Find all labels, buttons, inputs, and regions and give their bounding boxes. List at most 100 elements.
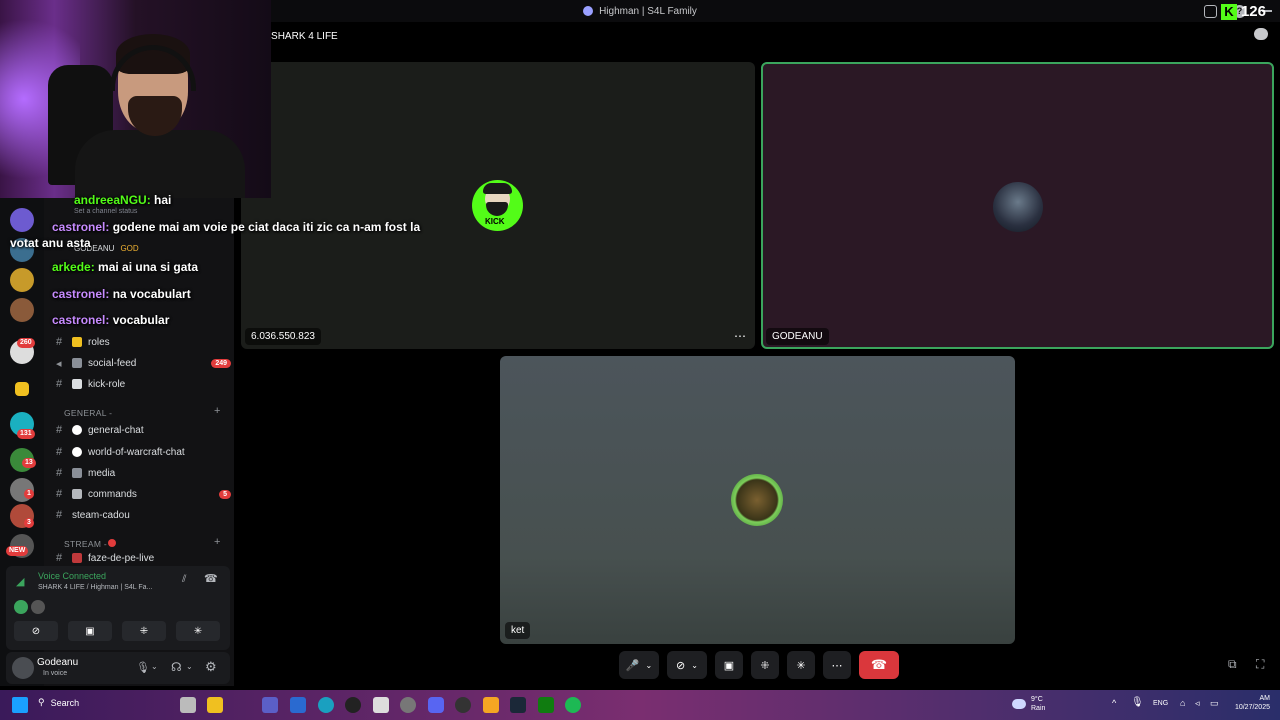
app-icon[interactable] — [455, 697, 471, 713]
weather-desc: Rain — [1031, 705, 1046, 712]
user-panel: Godeanu In voice 🎙 ⌄ ☊ ⌄ ⚙ — [6, 652, 230, 684]
channel-status-hint[interactable]: Set a channel status — [74, 208, 137, 215]
participant-tile-3[interactable]: ket — [500, 356, 1015, 644]
clock-time: AM — [1259, 695, 1271, 702]
activities-icon: ⁜ — [760, 659, 770, 672]
xbox-icon[interactable] — [538, 697, 554, 713]
mention-badge: 260 — [17, 338, 35, 348]
add-channel-icon[interactable]: + — [214, 536, 220, 548]
server-icon[interactable] — [10, 298, 34, 322]
outlook-icon[interactable] — [290, 697, 306, 713]
clock[interactable]: AM 10/27/2025 — [1228, 694, 1270, 712]
channel-faze-de-pe-live[interactable]: # faze-de-pe-live — [56, 552, 231, 564]
phone-hangup-icon: ☎ — [870, 657, 888, 672]
camera-toggle-button[interactable]: ⊘ — [14, 621, 58, 641]
megaphone-icon: ◂ — [56, 357, 62, 370]
screen-share-button[interactable]: ▣ — [715, 651, 743, 679]
voice-member-avatar[interactable] — [14, 600, 28, 614]
noise-suppression-icon[interactable]: ⫽ — [182, 574, 186, 585]
mention-badge: 13 — [22, 458, 36, 468]
tray-chevron-icon[interactable]: ^ — [1112, 698, 1116, 708]
teams-icon[interactable] — [262, 697, 278, 713]
server-icon[interactable] — [10, 208, 34, 232]
search-icon: ⚲ — [38, 697, 45, 707]
settings-app-icon[interactable] — [400, 697, 416, 713]
add-channel-icon[interactable]: + — [214, 405, 220, 417]
call-controls: 🎤 ⌄ ⊘ ⌄ ▣ ⁜ ✳ ⋯ ☎ — [619, 651, 899, 679]
participant-tile-2[interactable]: GODEANU — [761, 62, 1274, 349]
camera-button[interactable]: ⊘ ⌄ — [667, 651, 707, 679]
channel-world-of-warcraft-chat[interactable]: # world-of-warcraft-chat — [56, 443, 231, 461]
channel-kick-role[interactable]: # kick-role — [56, 375, 231, 393]
leave-call-button[interactable]: ☎ — [859, 651, 899, 679]
microphone-icon[interactable]: 🎙 — [136, 661, 150, 674]
fullscreen-icon[interactable]: ⛶ — [1256, 657, 1264, 672]
chat-message: castronel: godene mai am voie pe ciat da… — [52, 220, 421, 234]
voice-status[interactable]: Voice Connected — [38, 571, 106, 581]
obs-icon[interactable] — [345, 697, 361, 713]
inbox-icon[interactable] — [1204, 4, 1217, 18]
avatar[interactable] — [12, 657, 34, 679]
file-explorer-icon[interactable] — [207, 697, 223, 713]
open-chat-icon[interactable] — [1254, 28, 1268, 40]
mention-badge: 131 — [17, 429, 35, 439]
pop-out-icon[interactable]: ⧉ — [1228, 657, 1237, 672]
soundboard-button[interactable]: ✳ — [176, 621, 220, 641]
app-icon[interactable] — [373, 697, 389, 713]
battery-icon[interactable]: ▭ — [1210, 698, 1219, 709]
gear-icon[interactable]: ⚙ — [205, 659, 217, 675]
participant-tile-1[interactable]: KICK 6.036.550.823 ⋯ — [241, 62, 755, 349]
network-icon[interactable]: ⌂ — [1180, 698, 1185, 708]
channel-label: commands — [88, 488, 137, 500]
language-indicator[interactable]: ENG — [1153, 700, 1168, 707]
activities-button[interactable]: ⁜ — [122, 621, 166, 641]
list-icon — [72, 379, 82, 389]
soundboard-button[interactable]: ✳ — [787, 651, 815, 679]
streamer-body — [75, 130, 245, 198]
voice-member-avatar[interactable] — [31, 600, 45, 614]
task-view-icon[interactable] — [180, 697, 196, 713]
feed-icon — [72, 358, 82, 368]
edge-icon[interactable] — [318, 697, 334, 713]
category-stream[interactable]: STREAM - — [64, 539, 107, 549]
headphones-icon[interactable]: ☊ — [171, 660, 182, 674]
channel-steam-cadou[interactable]: # steam-cadou — [56, 506, 231, 524]
hash-icon: # — [56, 336, 63, 348]
microphone-tray-icon: 🎙 — [1131, 697, 1144, 708]
channel-general-chat[interactable]: # general-chat — [56, 421, 231, 439]
steam-icon[interactable] — [510, 697, 526, 713]
rockstar-icon[interactable] — [483, 697, 499, 713]
volume-icon[interactable]: ◃ — [1195, 698, 1200, 709]
chat-message: andreeaNGU: hai — [74, 193, 172, 207]
channel-label: roles — [88, 336, 110, 348]
microphone-button[interactable]: 🎤 ⌄ — [619, 651, 659, 679]
channel-media[interactable]: # media — [56, 464, 231, 482]
discord-icon[interactable] — [428, 697, 444, 713]
chevron-down-icon[interactable]: ⌄ — [646, 661, 653, 670]
voice-connection-panel: ◢ Voice Connected SHARK 4 LIFE / Highman… — [6, 566, 230, 650]
windows-start-icon[interactable] — [12, 697, 28, 713]
channel-social-feed[interactable]: ◂ social-feed 249 — [56, 354, 231, 372]
category-general[interactable]: GENERAL - — [64, 408, 112, 418]
server-icon[interactable] — [10, 268, 34, 292]
chevron-down-icon[interactable]: ⌄ — [151, 662, 158, 671]
chevron-down-icon[interactable]: ⌄ — [186, 662, 193, 671]
more-options-icon[interactable]: ⋯ — [731, 330, 749, 344]
channel-roles[interactable]: # roles — [56, 333, 231, 351]
camera-icon — [72, 468, 82, 478]
disconnect-icon[interactable]: ☎ — [204, 572, 218, 585]
hash-icon: # — [56, 488, 63, 500]
mention-badge: 1 — [24, 489, 34, 499]
activities-button[interactable]: ⁜ — [751, 651, 779, 679]
hash-icon: # — [56, 424, 63, 436]
chevron-down-icon[interactable]: ⌄ — [691, 661, 698, 670]
folder-icon[interactable] — [15, 382, 29, 396]
spotify-icon[interactable] — [565, 697, 581, 713]
hash-icon: # — [56, 509, 63, 521]
more-button[interactable]: ⋯ — [823, 651, 851, 679]
call-channel-name: SHARK 4 LIFE — [271, 30, 338, 42]
weather-widget[interactable]: 9°C Rain — [1031, 695, 1045, 713]
screen-share-button[interactable]: ▣ — [68, 621, 112, 641]
channel-commands[interactable]: # commands 5 — [56, 485, 231, 503]
taskbar-search[interactable]: ⚲ Search — [38, 697, 79, 708]
